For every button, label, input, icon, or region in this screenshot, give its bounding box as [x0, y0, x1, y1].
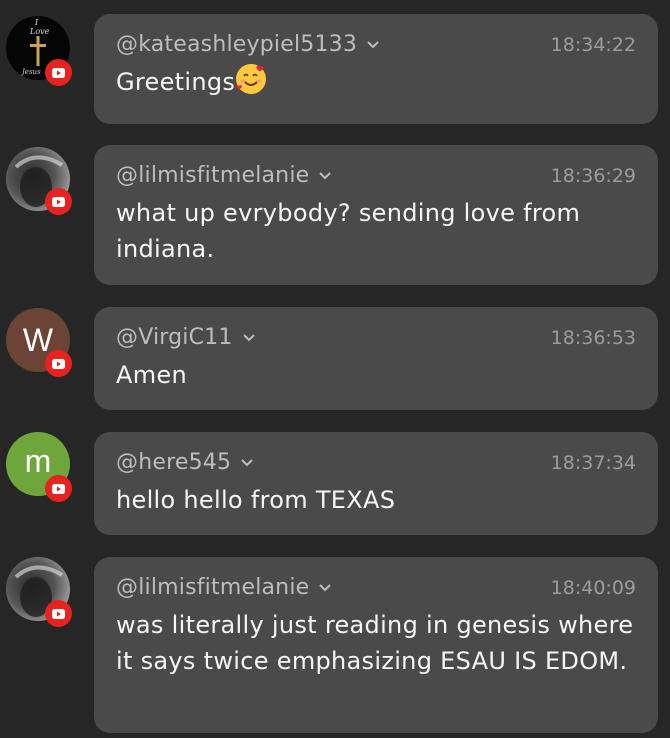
username-dropdown[interactable]: @kateashleypiel5133 — [116, 32, 381, 57]
message-text: Amen — [116, 361, 187, 389]
message-header: @here545 18:37:34 — [116, 450, 636, 480]
message-header: @VirgiC11 18:36:53 — [116, 325, 636, 355]
message-text: hello hello from TEXAS — [116, 486, 396, 514]
chevron-down-icon[interactable] — [317, 168, 333, 184]
youtube-icon — [45, 59, 72, 86]
username-dropdown[interactable]: @lilmisfitmelanie — [116, 163, 333, 188]
username[interactable]: @here545 — [116, 450, 231, 475]
chevron-down-icon[interactable] — [241, 330, 257, 346]
message-header: @lilmisfitmelanie 18:36:29 — [116, 163, 636, 193]
username-dropdown[interactable]: @lilmisfitmelanie — [116, 575, 333, 600]
message-text-body: Greetings — [116, 68, 236, 96]
avatar-caption-bottom: Jesus — [22, 68, 41, 76]
avatar-caption-top: I — [35, 18, 39, 27]
chevron-down-icon[interactable] — [317, 580, 333, 596]
avatar-letter: m — [24, 443, 52, 479]
timestamp: 18:36:29 — [550, 165, 636, 187]
username[interactable]: @kateashleypiel5133 — [116, 32, 357, 57]
username-dropdown[interactable]: @VirgiC11 — [116, 325, 257, 350]
smiling-face-with-hearts-icon — [236, 64, 267, 94]
message-bubble: @VirgiC11 18:36:53 Amen — [94, 307, 658, 410]
message-bubble: @here545 18:37:34 hello hello from TEXAS — [94, 432, 658, 535]
youtube-icon — [45, 350, 72, 377]
youtube-icon — [45, 475, 72, 502]
timestamp: 18:40:09 — [550, 577, 636, 599]
username-dropdown[interactable]: @here545 — [116, 450, 255, 475]
message-text: Greetings — [116, 64, 636, 100]
youtube-icon — [45, 600, 72, 627]
chevron-down-icon[interactable] — [365, 37, 381, 53]
timestamp: 18:34:22 — [550, 34, 636, 56]
username[interactable]: @VirgiC11 — [116, 325, 233, 350]
username[interactable]: @lilmisfitmelanie — [116, 163, 309, 188]
youtube-icon — [45, 188, 72, 215]
chevron-down-icon[interactable] — [239, 455, 255, 471]
message-bubble: @lilmisfitmelanie 18:40:09 was literally… — [94, 557, 658, 733]
message-text: what up evrybody? sending love from indi… — [116, 199, 581, 263]
message-header: @kateashleypiel5133 18:34:22 — [116, 32, 636, 62]
message-bubble: @kateashleypiel5133 18:34:22 Greetings — [94, 14, 658, 124]
timestamp: 18:37:34 — [550, 452, 636, 474]
avatar-letter: W — [22, 322, 54, 358]
message-bubble: @lilmisfitmelanie 18:36:29 what up evryb… — [94, 145, 658, 285]
avatar-caption: Love — [30, 27, 50, 36]
message-text: was literally just reading in genesis wh… — [116, 611, 634, 675]
message-header: @lilmisfitmelanie 18:40:09 — [116, 575, 636, 605]
timestamp: 18:36:53 — [550, 327, 636, 349]
username[interactable]: @lilmisfitmelanie — [116, 575, 309, 600]
